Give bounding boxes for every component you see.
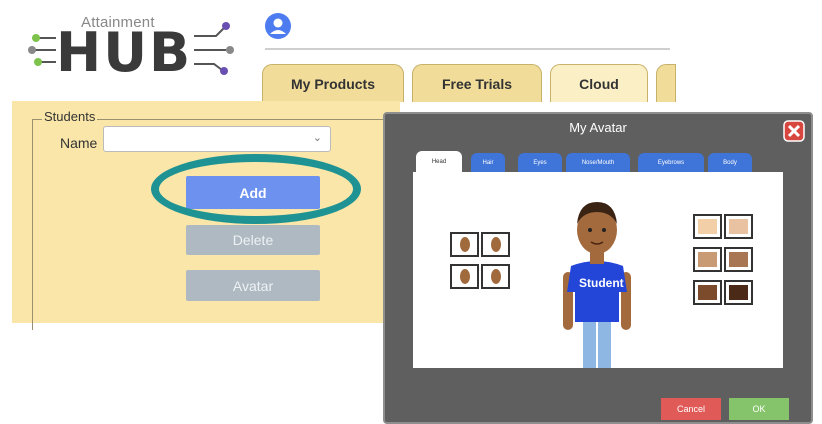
logo-text-hub: HUB [56,21,193,84]
students-legend: Students [42,109,98,124]
skin-color-swatch[interactable] [724,280,753,305]
tab-my-products[interactable]: My Products [262,64,404,102]
skin-color-swatch[interactable] [724,214,753,239]
head-shape-option[interactable] [481,232,510,257]
head-shape-option[interactable] [450,232,479,257]
tab-cloud[interactable]: Cloud [550,64,648,102]
dialog-tab-hair[interactable]: Hair [471,153,505,173]
dialog-tab-head[interactable]: Head [416,151,462,173]
head-shape-option[interactable] [481,264,510,289]
attainment-hub-logo: Attainment HUB [26,8,256,80]
head-shape-option[interactable] [450,264,479,289]
dialog-tab-body[interactable]: Body [708,153,752,173]
tab-overflow[interactable] [656,64,676,102]
cancel-button[interactable]: Cancel [661,398,721,420]
dialog-tab-eyes[interactable]: Eyes [518,153,562,173]
shirt-text: Student [579,276,624,290]
dialog-tab-nose-mouth[interactable]: Nose/Mouth [566,153,630,173]
close-icon[interactable] [783,120,805,142]
avatar-button[interactable]: Avatar [186,270,320,301]
my-avatar-dialog: My Avatar Head Hair Eyes Nose/Mouth Eyeb… [383,112,813,424]
tab-free-trials[interactable]: Free Trials [412,64,542,102]
header-divider [265,48,670,50]
skin-color-swatch[interactable] [724,247,753,272]
dialog-tab-eyebrows[interactable]: Eyebrows [638,153,704,173]
add-button-highlight-ring [151,154,361,224]
skin-color-swatch[interactable] [693,214,722,239]
dialog-title: My Avatar [569,120,627,135]
delete-button[interactable]: Delete [186,225,320,255]
user-account-icon[interactable] [264,12,292,40]
avatar-canvas: Student [413,172,783,368]
skin-color-swatch[interactable] [693,247,722,272]
ok-button[interactable]: OK [729,398,789,420]
chevron-down-icon: ⌄ [312,132,322,144]
skin-color-swatch[interactable] [693,280,722,305]
student-name-select[interactable]: ⌄ [103,126,331,152]
name-label: Name [60,135,98,151]
